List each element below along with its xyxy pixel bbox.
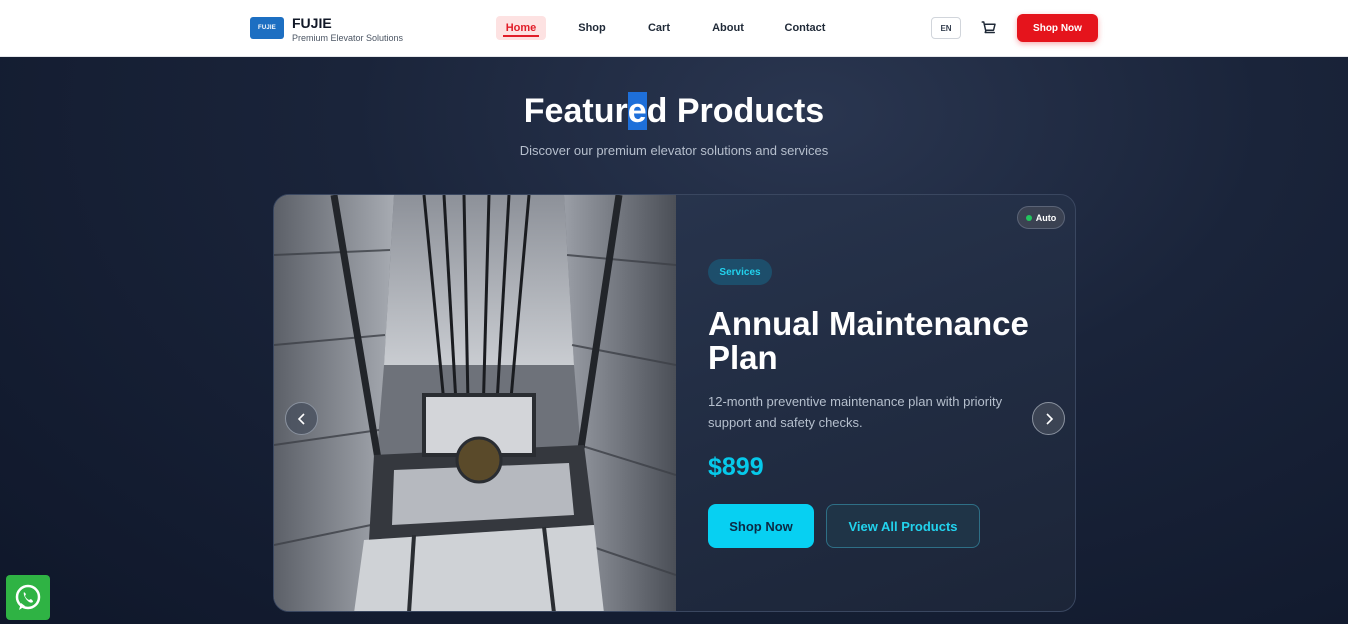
chevron-left-icon [297,412,305,425]
product-description: 12-month preventive maintenance plan wit… [708,394,1003,430]
nav-about[interactable]: About [706,16,750,40]
section-title-part: Featur [523,92,628,130]
logo-text: FUJIE [257,25,276,31]
product-title: Annual Maintenance Plan [708,305,1029,376]
logo[interactable]: FUJIE [250,17,284,39]
header-shop-now-button[interactable]: Shop Now [1017,14,1098,42]
category-tag: Services [708,259,772,285]
section-subtitle: Discover our premium elevator solutions … [519,143,829,158]
nav-home[interactable]: Home [496,16,546,40]
whatsapp-button[interactable] [6,575,50,620]
cart-icon[interactable] [980,19,998,37]
carousel-next-button[interactable] [1032,402,1065,435]
whatsapp-icon [15,584,41,610]
status-dot-icon [1025,214,1032,221]
elevator-shaft-photo [274,195,676,611]
nav-shop[interactable]: Shop [570,16,614,40]
autoplay-badge[interactable]: Auto [1017,206,1065,229]
brand-tagline: Premium Elevator Solutions [292,33,404,43]
language-selector[interactable]: EN [931,17,961,39]
autoplay-label: Auto [1035,212,1057,223]
section-title: Featured Products [0,92,1348,131]
nav-contact[interactable]: Contact [780,16,830,40]
view-all-products-button[interactable]: View All Products [826,504,980,548]
shop-now-button[interactable]: Shop Now [708,504,814,548]
brand-name[interactable]: FUJIE [292,15,332,31]
product-price: $899 [708,453,764,481]
chevron-right-icon [1045,412,1053,425]
nav-cart[interactable]: Cart [641,16,677,40]
product-carousel-card: Auto Services Annual Maintenance Plan 12… [273,194,1076,612]
section-title-selection: e [627,92,647,130]
carousel-prev-button[interactable] [285,402,318,435]
site-header: FUJIE FUJIE Premium Elevator Solutions H… [0,0,1348,57]
section-title-part: d Products [646,92,825,130]
elevator-shaft-illustration [274,195,676,611]
